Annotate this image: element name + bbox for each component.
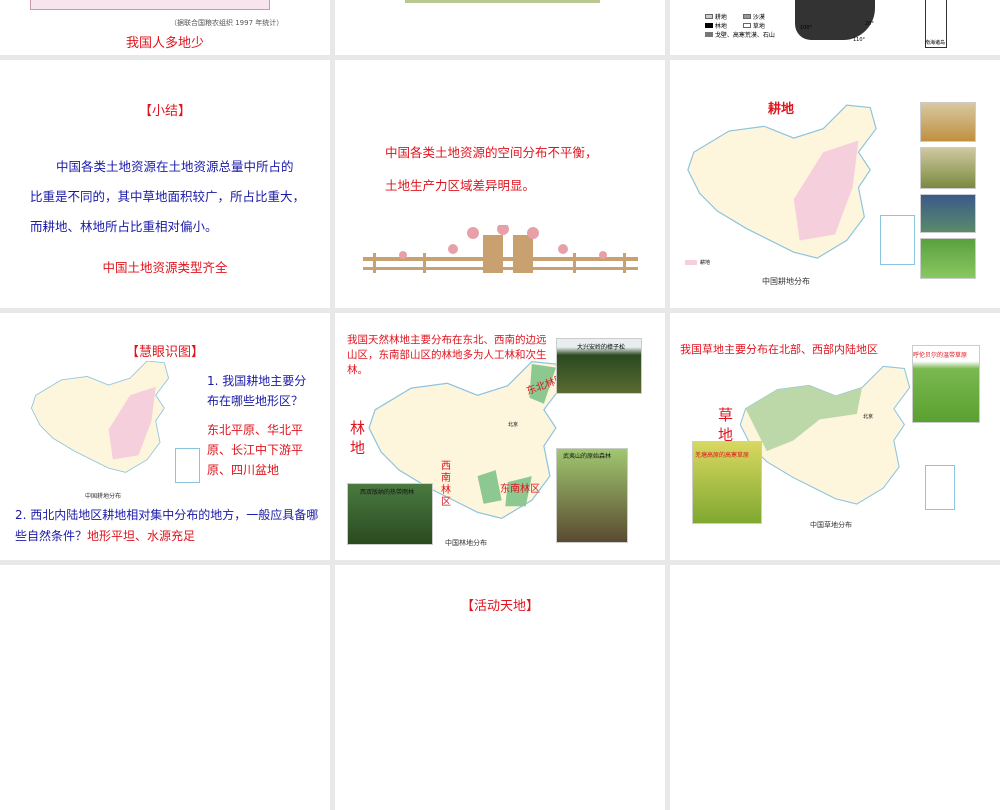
slide-title: 【小结】 — [138, 104, 191, 119]
slide-title: 【慧眼识图】 — [125, 345, 204, 360]
slide-title: 【活动天地】 — [460, 599, 539, 614]
slide-8[interactable]: 我国天然林地主要分布在东北、西南的边远山区，东南部山区的林地多为人工林和次生林。… — [335, 313, 665, 560]
slide-3[interactable]: 南海诸岛 耕地 沙漠 林地 草地 戈壁、高寒荒漠、石山 100° 110° 20… — [670, 0, 1000, 55]
slide-title: 草地 — [718, 406, 734, 444]
slide-10[interactable] — [0, 565, 330, 810]
conclusion: 中国土地资源类型齐全 — [102, 260, 228, 275]
lon-label: 110° — [853, 37, 866, 43]
cropland-map — [31, 361, 169, 473]
region-label: 东南林区 — [500, 484, 540, 495]
slide-4[interactable]: 【小结】 中国各类土地资源在土地资源总量中所占的比重是不同的，其中草地面积较广，… — [0, 60, 330, 308]
slide-1[interactable]: （据联合国粮农组织 1997 年统计） 我国人多地少 — [0, 0, 330, 55]
photo-pine: 大兴安岭的樟子松 — [556, 338, 642, 394]
question-2: 2. 西北内陆地区耕地相对集中分布的地方，一般应具备哪些自然条件？地形平坦、水源… — [15, 508, 319, 543]
answer-1: 东北平原、华北平原、长江中下游平原、四川盆地 — [207, 423, 304, 477]
cropland-map — [687, 104, 877, 259]
text-line: 土地生产力区域差异明显。 — [385, 178, 536, 193]
slide-7[interactable]: 【慧眼识图】 中国耕地分布 1. 我国耕地主要分布在哪些地形区？ 东北平原、华北… — [0, 313, 330, 560]
intro-text: 我国草地主要分布在北部、西部内陆地区 — [680, 343, 878, 356]
answer-2: 地形平坦、水源充足 — [87, 529, 196, 543]
grassland-map — [739, 365, 911, 505]
photo-qiangtang: 羌塘高原的高寒草原 — [692, 441, 762, 524]
photo-hulunbuir: 呼伦贝尔的温带草原 — [912, 345, 980, 423]
photo-primitive-forest: 武夷山的原始森林 — [556, 448, 628, 543]
slide-caption: 我国人多地少 — [126, 36, 205, 51]
photo-rice-planting — [920, 194, 976, 233]
text-line: 中国各类土地资源的空间分布不平衡， — [385, 145, 598, 160]
slide-11[interactable]: 【活动天地】 — [335, 565, 665, 810]
inset-label: 南海诸岛 — [925, 40, 946, 46]
photo-rainforest: 西双版纳的热带雨林 — [347, 483, 433, 545]
slide-5[interactable]: 中国各类土地资源的空间分布不平衡， 土地生产力区域差异明显。 — [335, 60, 665, 308]
slide-9[interactable]: 我国草地主要分布在北部、西部内陆地区 草地 北京 呼伦贝尔的温带草原 羌塘高原的… — [670, 313, 1000, 560]
slide-2[interactable] — [335, 0, 665, 55]
map-caption: 中国林地分布 — [445, 539, 487, 547]
slide-12[interactable] — [670, 565, 1000, 810]
question-1: 1. 我国耕地主要分布在哪些地形区？ — [207, 374, 307, 408]
region-label: 西南林区 — [441, 461, 451, 508]
slide-title: 林地 — [350, 419, 366, 457]
lat-label: 20° — [865, 21, 874, 27]
map-caption: 中国草地分布 — [810, 521, 852, 529]
photo-fields — [920, 147, 976, 189]
flower-fence-image — [363, 225, 638, 273]
map-legend: 耕地 沙漠 林地 草地 戈壁、高寒荒漠、石山 — [705, 13, 785, 40]
slide-6[interactable]: 耕地 耕地 中国耕地分布 — [670, 60, 1000, 308]
photo-harvest — [920, 102, 976, 142]
capital-label: 北京 — [863, 414, 874, 420]
map-caption: 中国耕地分布 — [762, 277, 810, 286]
map-caption: 中国耕地分布 — [85, 493, 122, 500]
source-note: （据联合国粮农组织 1997 年统计） — [170, 19, 284, 27]
summary-text: 中国各类土地资源在土地资源总量中所占的比重是不同的，其中草地面积较广，所占比重大… — [30, 159, 306, 234]
lon-label: 100° — [800, 25, 813, 31]
photo-paddy — [920, 238, 976, 279]
capital-label: 北京 — [508, 422, 519, 428]
legend-label: 耕地 — [700, 260, 711, 266]
